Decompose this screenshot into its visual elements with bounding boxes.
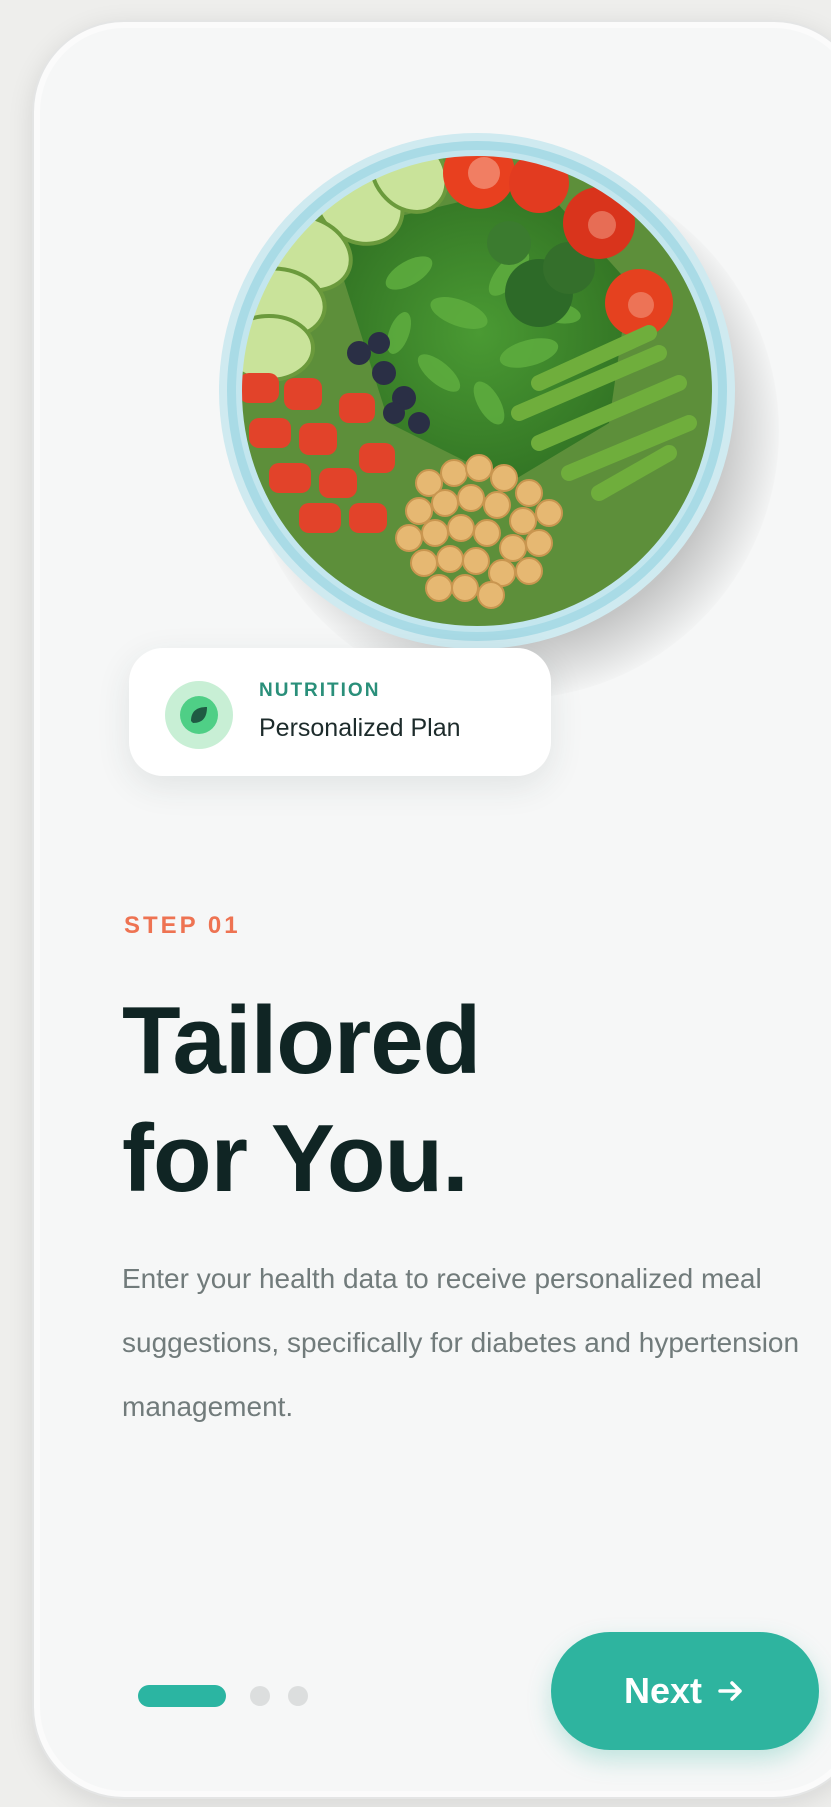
next-button-label: Next bbox=[623, 1670, 703, 1711]
hero-image bbox=[209, 123, 779, 699]
nutrition-badge-card: NUTRITION Personalized Plan bbox=[129, 648, 551, 776]
headline-line-2: for You. bbox=[122, 1105, 469, 1212]
badge-kicker: NUTRITION bbox=[259, 680, 381, 701]
page-dot-3[interactable] bbox=[288, 1686, 308, 1706]
page-dot-2[interactable] bbox=[250, 1686, 270, 1706]
arrow-right-icon bbox=[718, 1681, 742, 1701]
page-dot-active[interactable] bbox=[138, 1685, 226, 1707]
step-label: STEP 01 bbox=[124, 912, 241, 939]
onboarding-screen: NUTRITION Personalized Plan STEP 01 Tail… bbox=[32, 20, 831, 1799]
leaf-icon bbox=[165, 681, 233, 749]
badge-title: Personalized Plan bbox=[259, 714, 461, 742]
headline: Tailored for You. bbox=[122, 982, 481, 1218]
next-button[interactable]: Next bbox=[551, 1632, 819, 1750]
headline-line-1: Tailored bbox=[122, 987, 481, 1094]
vegetable-bowl-illustration bbox=[219, 133, 735, 649]
description-text: Enter your health data to receive person… bbox=[122, 1263, 800, 1422]
